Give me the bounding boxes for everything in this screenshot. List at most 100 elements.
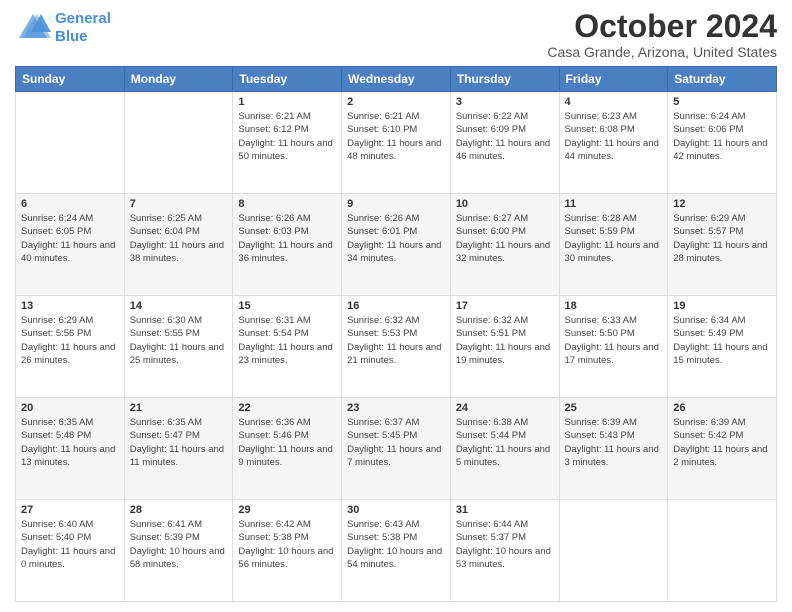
day-number: 29 — [238, 504, 336, 516]
calendar-header-row: SundayMondayTuesdayWednesdayThursdayFrid… — [16, 67, 777, 92]
day-info: Sunrise: 6:40 AMSunset: 5:40 PMDaylight:… — [21, 518, 119, 571]
calendar-cell: 23Sunrise: 6:37 AMSunset: 5:45 PMDayligh… — [342, 398, 451, 500]
day-number: 13 — [21, 300, 119, 312]
day-info: Sunrise: 6:26 AMSunset: 6:01 PMDaylight:… — [347, 212, 445, 265]
day-number: 28 — [130, 504, 228, 516]
calendar-week-2: 6 Sunrise: 6:24 AMSunset: 6:05 PMDaylight… — [16, 194, 777, 296]
day-number: 22 — [238, 402, 336, 414]
day-info: Sunrise: 6:39 AMSunset: 5:43 PMDaylight:… — [565, 416, 663, 469]
calendar-cell: 19Sunrise: 6:34 AMSunset: 5:49 PMDayligh… — [668, 296, 777, 398]
day-number: 10 — [456, 198, 554, 210]
month-title: October 2024 — [547, 10, 777, 42]
day-header-friday: Friday — [559, 67, 668, 92]
calendar-cell: 22 Sunrise: 6:36 AMSunset: 5:46 PMDayligh… — [233, 398, 342, 500]
day-number: 6 — [21, 198, 119, 210]
calendar-cell: 3 Sunrise: 6:22 AMSunset: 6:09 PMDaylight… — [450, 92, 559, 194]
calendar-cell: 17Sunrise: 6:32 AMSunset: 5:51 PMDayligh… — [450, 296, 559, 398]
calendar-cell: 29 Sunrise: 6:42 AMSunset: 5:38 PMDayligh… — [233, 500, 342, 602]
calendar-cell: 7 Sunrise: 6:25 AMSunset: 6:04 PMDaylight… — [124, 194, 233, 296]
day-header-tuesday: Tuesday — [233, 67, 342, 92]
day-number: 15 — [238, 300, 336, 312]
calendar-cell: 28 Sunrise: 6:41 AMSunset: 5:39 PMDayligh… — [124, 500, 233, 602]
calendar-cell: 13 Sunrise: 6:29 AMSunset: 5:56 PMDayligh… — [16, 296, 125, 398]
calendar-cell — [559, 500, 668, 602]
calendar-cell: 15Sunrise: 6:31 AMSunset: 5:54 PMDayligh… — [233, 296, 342, 398]
calendar-cell — [668, 500, 777, 602]
logo: General Blue — [15, 10, 111, 46]
day-number: 3 — [456, 96, 554, 108]
day-info: Sunrise: 6:35 AMSunset: 5:47 PMDaylight:… — [130, 416, 228, 469]
day-header-sunday: Sunday — [16, 67, 125, 92]
calendar-cell: 26 Sunrise: 6:39 AMSunset: 5:42 PMDayligh… — [668, 398, 777, 500]
day-info: Sunrise: 6:41 AMSunset: 5:39 PMDaylight:… — [130, 518, 228, 571]
day-number: 30 — [347, 504, 445, 516]
calendar-cell: 30Sunrise: 6:43 AMSunset: 5:38 PMDayligh… — [342, 500, 451, 602]
calendar-cell: 24Sunrise: 6:38 AMSunset: 5:44 PMDayligh… — [450, 398, 559, 500]
calendar-cell: 1 Sunrise: 6:21 AMSunset: 6:12 PMDaylight… — [233, 92, 342, 194]
day-info: Sunrise: 6:33 AMSunset: 5:50 PMDaylight:… — [565, 314, 663, 367]
day-info: Sunrise: 6:32 AMSunset: 5:53 PMDaylight:… — [347, 314, 445, 367]
day-info: Sunrise: 6:26 AMSunset: 6:03 PMDaylight:… — [238, 212, 336, 265]
day-info: Sunrise: 6:37 AMSunset: 5:45 PMDaylight:… — [347, 416, 445, 469]
day-info: Sunrise: 6:27 AMSunset: 6:00 PMDaylight:… — [456, 212, 554, 265]
calendar-cell — [124, 92, 233, 194]
day-number: 24 — [456, 402, 554, 414]
day-info: Sunrise: 6:29 AMSunset: 5:56 PMDaylight:… — [21, 314, 119, 367]
day-info: Sunrise: 6:24 AMSunset: 6:06 PMDaylight:… — [673, 110, 771, 163]
calendar-cell: 6 Sunrise: 6:24 AMSunset: 6:05 PMDaylight… — [16, 194, 125, 296]
day-info: Sunrise: 6:21 AMSunset: 6:10 PMDaylight:… — [347, 110, 445, 163]
calendar-cell: 2 Sunrise: 6:21 AMSunset: 6:10 PMDaylight… — [342, 92, 451, 194]
day-number: 14 — [130, 300, 228, 312]
day-info: Sunrise: 6:42 AMSunset: 5:38 PMDaylight:… — [238, 518, 336, 571]
page: General Blue October 2024 Casa Grande, A… — [0, 0, 792, 612]
day-number: 26 — [673, 402, 771, 414]
calendar-week-5: 27 Sunrise: 6:40 AMSunset: 5:40 PMDayligh… — [16, 500, 777, 602]
day-number: 7 — [130, 198, 228, 210]
calendar-week-4: 20 Sunrise: 6:35 AMSunset: 5:48 PMDayligh… — [16, 398, 777, 500]
day-number: 20 — [21, 402, 119, 414]
location: Casa Grande, Arizona, United States — [547, 44, 777, 60]
calendar-cell: 5Sunrise: 6:24 AMSunset: 6:06 PMDaylight… — [668, 92, 777, 194]
title-area: October 2024 Casa Grande, Arizona, Unite… — [547, 10, 777, 60]
day-number: 1 — [238, 96, 336, 108]
calendar-cell: 25Sunrise: 6:39 AMSunset: 5:43 PMDayligh… — [559, 398, 668, 500]
header: General Blue October 2024 Casa Grande, A… — [15, 10, 777, 60]
calendar-table: SundayMondayTuesdayWednesdayThursdayFrid… — [15, 66, 777, 602]
day-info: Sunrise: 6:29 AMSunset: 5:57 PMDaylight:… — [673, 212, 771, 265]
calendar-cell: 12 Sunrise: 6:29 AMSunset: 5:57 PMDayligh… — [668, 194, 777, 296]
calendar-cell: 14 Sunrise: 6:30 AMSunset: 5:55 PMDayligh… — [124, 296, 233, 398]
calendar-week-3: 13 Sunrise: 6:29 AMSunset: 5:56 PMDayligh… — [16, 296, 777, 398]
calendar-cell: 16 Sunrise: 6:32 AMSunset: 5:53 PMDayligh… — [342, 296, 451, 398]
calendar-cell: 10 Sunrise: 6:27 AMSunset: 6:00 PMDayligh… — [450, 194, 559, 296]
calendar-cell: 27 Sunrise: 6:40 AMSunset: 5:40 PMDayligh… — [16, 500, 125, 602]
calendar-cell: 4Sunrise: 6:23 AMSunset: 6:08 PMDaylight… — [559, 92, 668, 194]
calendar-cell: 18 Sunrise: 6:33 AMSunset: 5:50 PMDayligh… — [559, 296, 668, 398]
day-number: 16 — [347, 300, 445, 312]
calendar-cell: 21Sunrise: 6:35 AMSunset: 5:47 PMDayligh… — [124, 398, 233, 500]
day-info: Sunrise: 6:44 AMSunset: 5:37 PMDaylight:… — [456, 518, 554, 571]
calendar-week-1: 1 Sunrise: 6:21 AMSunset: 6:12 PMDaylight… — [16, 92, 777, 194]
day-number: 2 — [347, 96, 445, 108]
day-info: Sunrise: 6:35 AMSunset: 5:48 PMDaylight:… — [21, 416, 119, 469]
day-info: Sunrise: 6:32 AMSunset: 5:51 PMDaylight:… — [456, 314, 554, 367]
calendar-cell: 8Sunrise: 6:26 AMSunset: 6:03 PMDaylight… — [233, 194, 342, 296]
day-info: Sunrise: 6:24 AMSunset: 6:05 PMDaylight:… — [21, 212, 119, 265]
day-info: Sunrise: 6:21 AMSunset: 6:12 PMDaylight:… — [238, 110, 336, 163]
calendar-cell: 20 Sunrise: 6:35 AMSunset: 5:48 PMDayligh… — [16, 398, 125, 500]
calendar-cell: 31 Sunrise: 6:44 AMSunset: 5:37 PMDayligh… — [450, 500, 559, 602]
day-header-monday: Monday — [124, 67, 233, 92]
day-info: Sunrise: 6:25 AMSunset: 6:04 PMDaylight:… — [130, 212, 228, 265]
day-info: Sunrise: 6:39 AMSunset: 5:42 PMDaylight:… — [673, 416, 771, 469]
calendar-cell: 11Sunrise: 6:28 AMSunset: 5:59 PMDayligh… — [559, 194, 668, 296]
logo-text: General Blue — [55, 10, 111, 46]
day-number: 11 — [565, 198, 663, 210]
day-number: 12 — [673, 198, 771, 210]
day-number: 18 — [565, 300, 663, 312]
day-info: Sunrise: 6:22 AMSunset: 6:09 PMDaylight:… — [456, 110, 554, 163]
day-info: Sunrise: 6:36 AMSunset: 5:46 PMDaylight:… — [238, 416, 336, 469]
day-number: 27 — [21, 504, 119, 516]
logo-general: General — [55, 10, 111, 28]
day-info: Sunrise: 6:30 AMSunset: 5:55 PMDaylight:… — [130, 314, 228, 367]
logo-icon — [15, 10, 51, 46]
day-number: 31 — [456, 504, 554, 516]
